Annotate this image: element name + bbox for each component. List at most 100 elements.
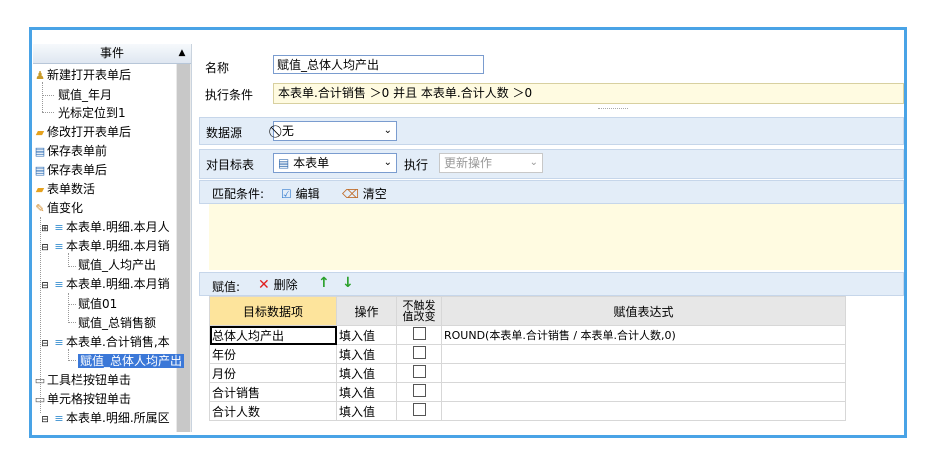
expand-icon[interactable]: ⊞ xyxy=(38,220,52,238)
tree-item-assign-total-sales[interactable]: 赋值_总销售额 xyxy=(78,314,156,332)
broom-icon: ⌫ xyxy=(342,187,359,201)
tree-line xyxy=(68,266,76,267)
tree-item-cell-click[interactable]: ▭ 单元格按钮单击 xyxy=(33,390,131,408)
col-target-field[interactable]: 目标数据项 xyxy=(209,296,337,326)
target-cell[interactable]: 月份 xyxy=(209,363,337,383)
table-row[interactable]: 月份 填入值 xyxy=(209,363,846,383)
execute-label: 执行 xyxy=(404,158,429,172)
field-icon: ≡ xyxy=(54,240,64,253)
collapse-icon[interactable]: ⊟ xyxy=(38,277,52,295)
tree-item-detail-monthly-people[interactable]: ⊞ ≡ 本表单.明细.本月人 xyxy=(38,218,169,238)
assign-band xyxy=(199,272,904,296)
table-row[interactable]: 总体人均产出 填入值 ROUND(本表单.合计销售 / 本表单.合计人数,0) xyxy=(209,325,846,345)
field-icon: ≡ xyxy=(54,278,64,291)
target-cell[interactable]: 合计销售 xyxy=(209,382,337,402)
collapse-icon[interactable]: ⊟ xyxy=(38,411,52,429)
tree-item-assign-yearmonth[interactable]: 赋值_年月 xyxy=(58,86,112,104)
target-table-select[interactable]: ▤ 本表单 ⌄ xyxy=(273,153,397,173)
tree-item-detail-monthly-sales-2[interactable]: ⊟ ≡ 本表单.明细.本月销 xyxy=(38,275,169,295)
datasource-select[interactable]: ⃠ 无 ⌄ xyxy=(273,121,397,141)
condition-input[interactable]: 本表单.合计销售 ＞0 并且 本表单.合计人数 ＞0 xyxy=(273,83,904,104)
name-input[interactable]: 赋值_总体人均产出 xyxy=(273,55,484,74)
tree-item-assign-01[interactable]: 赋值01 xyxy=(78,295,117,313)
chevron-down-icon: ⌄ xyxy=(383,157,392,168)
tree-item-after-save[interactable]: ▤ 保存表单后 xyxy=(33,161,107,179)
tree-item-total-sales-people[interactable]: ⊟ ≡ 本表单.合计销售,本 xyxy=(38,333,169,353)
operation-cell[interactable]: 填入值 xyxy=(336,401,397,421)
target-cell[interactable]: 合计人数 xyxy=(209,401,337,421)
tree-item-form-activate[interactable]: ▰ 表单数活 xyxy=(33,180,95,198)
expression-cell[interactable] xyxy=(441,363,846,383)
user-icon: ♟ xyxy=(35,69,45,82)
edit-icon: ✎ xyxy=(35,202,45,215)
tree-item-detail-region[interactable]: ⊟ ≡ 本表单.明细.所属区 xyxy=(38,409,169,429)
tree-line xyxy=(68,253,69,267)
table-row[interactable]: 合计人数 填入值 xyxy=(209,401,846,421)
folder-icon: ▰ xyxy=(35,183,45,196)
tree-line xyxy=(42,82,43,112)
col-no-trigger[interactable]: 不触发值改变 xyxy=(396,296,442,326)
condition-label: 执行条件 xyxy=(205,88,254,102)
no-trigger-checkbox[interactable] xyxy=(396,325,442,345)
tree-line xyxy=(68,304,76,305)
tree-item-assign-overall-per-capita[interactable]: 赋值_总体人均产出 xyxy=(78,352,185,370)
collapse-icon[interactable]: ⊟ xyxy=(38,239,52,257)
target-cell[interactable]: 年份 xyxy=(209,344,337,364)
tree-item-cursor-locate[interactable]: 光标定位到1 xyxy=(58,104,126,122)
move-up-icon[interactable]: ↑ xyxy=(318,275,330,291)
tree-line xyxy=(68,293,69,323)
match-condition-label: 匹配条件: xyxy=(212,187,265,201)
expression-cell[interactable] xyxy=(441,382,846,402)
edit-button[interactable]: ☑ 编辑 xyxy=(281,185,320,202)
event-tree-header: 事件 ▲ xyxy=(33,44,191,64)
execute-select[interactable]: 更新操作 ⌄ xyxy=(439,153,543,173)
tree-line xyxy=(68,322,76,323)
table-row[interactable]: 合计销售 填入值 xyxy=(209,382,846,402)
table-icon: ▤ xyxy=(278,156,294,170)
move-down-icon[interactable]: ↓ xyxy=(342,275,354,291)
tree-scroll-thumb[interactable] xyxy=(177,64,190,432)
no-trigger-checkbox[interactable] xyxy=(396,401,442,421)
splitter-grip[interactable] xyxy=(598,108,628,109)
folder-icon: ▰ xyxy=(35,126,45,139)
scroll-up-icon[interactable]: ▲ xyxy=(175,44,189,63)
field-icon: ≡ xyxy=(54,412,64,425)
datasource-label: 数据源 xyxy=(206,126,243,140)
chevron-down-icon: ⌄ xyxy=(529,157,538,168)
match-condition-area[interactable] xyxy=(209,204,904,270)
expression-cell[interactable] xyxy=(441,401,846,421)
cell-icon: ▭ xyxy=(34,393,46,406)
edit-icon: ☑ xyxy=(281,187,292,201)
tree-item-modify-open[interactable]: ▰ 修改打开表单后 xyxy=(33,123,131,141)
collapse-icon[interactable]: ⊟ xyxy=(38,335,52,353)
tree-line xyxy=(68,360,76,361)
tree-item-assign-per-capita[interactable]: 赋值_人均产出 xyxy=(78,256,156,274)
col-operation[interactable]: 操作 xyxy=(336,296,397,326)
target-cell[interactable]: 总体人均产出 xyxy=(209,325,337,345)
expression-cell[interactable]: ROUND(本表单.合计销售 / 本表单.合计人数,0) xyxy=(441,325,846,345)
tree-item-before-save[interactable]: ▤ 保存表单前 xyxy=(33,142,107,160)
table-row[interactable]: 年份 填入值 xyxy=(209,344,846,364)
delete-button[interactable]: ✕ 删除 xyxy=(258,276,298,293)
no-trigger-checkbox[interactable] xyxy=(396,363,442,383)
tree-item-value-change[interactable]: ✎ 值变化 xyxy=(33,199,83,217)
field-icon: ≡ xyxy=(54,221,64,234)
no-trigger-checkbox[interactable] xyxy=(396,344,442,364)
assign-label: 赋值: xyxy=(212,280,241,294)
tree-line xyxy=(42,95,54,96)
operation-cell[interactable]: 填入值 xyxy=(336,325,397,345)
operation-cell[interactable]: 填入值 xyxy=(336,382,397,402)
field-icon: ≡ xyxy=(54,336,64,349)
clear-button[interactable]: ⌫ 清空 xyxy=(342,185,387,202)
toolbar-icon: ▭ xyxy=(34,374,46,387)
tree-item-detail-monthly-sales-1[interactable]: ⊟ ≡ 本表单.明细.本月销 xyxy=(38,237,169,257)
operation-cell[interactable]: 填入值 xyxy=(336,344,397,364)
expression-cell[interactable] xyxy=(441,344,846,364)
delete-icon: ✕ xyxy=(258,277,270,293)
operation-cell[interactable]: 填入值 xyxy=(336,363,397,383)
no-trigger-checkbox[interactable] xyxy=(396,382,442,402)
col-expression[interactable]: 赋值表达式 xyxy=(441,296,846,326)
tree-item-new-open[interactable]: ♟ 新建打开表单后 xyxy=(33,66,131,84)
tree-item-toolbar-click[interactable]: ▭ 工具栏按钮单击 xyxy=(33,371,131,389)
target-table-label: 对目标表 xyxy=(206,158,255,172)
